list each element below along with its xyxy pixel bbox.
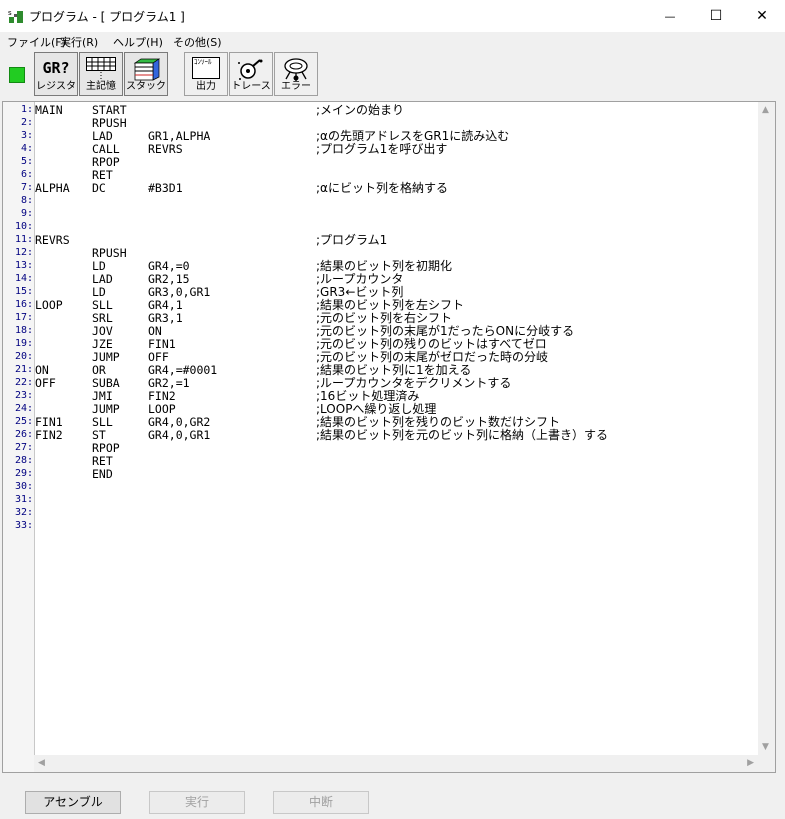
minimize-icon: —: [664, 9, 676, 23]
line-number: 21:: [14, 364, 33, 375]
line-number: 8:: [20, 195, 33, 206]
line-number: 31:: [14, 494, 33, 505]
trace-button[interactable]: トレース: [229, 52, 273, 96]
code-comment: ;プログラム1: [316, 233, 388, 247]
line-number: 6:: [20, 169, 33, 180]
assemble-button[interactable]: アセンブル: [25, 791, 121, 814]
line-number: 30:: [14, 481, 33, 492]
line-number: 10:: [14, 221, 33, 232]
trace-label: トレース: [231, 81, 271, 92]
code-operand: #B3D1: [148, 181, 183, 195]
memory-label: 主記憶: [86, 81, 116, 92]
line-number: 32:: [14, 507, 33, 518]
line-number: 9:: [20, 208, 33, 219]
line-number: 27:: [14, 442, 33, 453]
svg-text:s: s: [8, 9, 12, 17]
code-operand: REVRS: [148, 142, 183, 156]
menu-bar: ファイル(F) 実行(R) ヘルプ(H) その他(S): [0, 32, 785, 50]
scroll-corner: [758, 755, 775, 772]
abort-button[interactable]: 中断: [273, 791, 369, 814]
line-number: 3:: [20, 130, 33, 141]
scroll-down-icon[interactable]: ▼: [762, 742, 769, 752]
maximize-icon: ☐: [709, 8, 723, 24]
line-number: 33:: [14, 520, 33, 531]
register-label: レジスタ: [36, 81, 76, 92]
code-comment: ;αにビット列を格納する: [316, 181, 448, 195]
code-comment: ;メインの始まり: [316, 103, 405, 117]
code-opcode: DC: [92, 181, 106, 195]
output-button[interactable]: ｺﾝｿｰﾙ 出力: [184, 52, 228, 96]
toolbar: GR? レジスタ 主記憶 スタック ｺﾝｿｰﾙ 出力 トレース エラー: [0, 50, 785, 100]
status-indicator: [9, 67, 25, 83]
source-editor[interactable]: 1: 2: 3: 4: 5: 6: 7: 8: 9: 10: 11: 12: 13: 14: 15: 16: 1…: [2, 101, 776, 773]
code-label: FIN2: [35, 428, 63, 442]
line-number: 2:: [20, 117, 33, 128]
line-number: 23:: [14, 390, 33, 401]
code-opcode: END: [92, 467, 113, 481]
error-label: エラー: [281, 81, 311, 92]
maximize-button[interactable]: ☐: [693, 0, 739, 32]
line-number: 29:: [14, 468, 33, 479]
output-label: 出力: [196, 81, 216, 92]
code-operand: GR4,0,GR1: [148, 428, 211, 442]
close-button[interactable]: ✕: [739, 0, 785, 32]
window-title: プログラム - [ プログラム1 ]: [29, 10, 185, 24]
line-number: 15:: [14, 286, 33, 297]
line-number: 16:: [14, 299, 33, 310]
close-icon: ✕: [756, 8, 768, 24]
line-number: 19:: [14, 338, 33, 349]
line-number: 12:: [14, 247, 33, 258]
code-label: ALPHA: [35, 181, 70, 195]
line-number: 24:: [14, 403, 33, 414]
title-bar: s プログラム - [ プログラム1 ] — ☐ ✕: [0, 0, 785, 32]
line-number: 18:: [14, 325, 33, 336]
line-number: 5:: [20, 156, 33, 167]
stack-button[interactable]: スタック: [124, 52, 168, 96]
menu-file[interactable]: ファイル(F): [7, 34, 66, 50]
register-button[interactable]: GR? レジスタ: [34, 52, 78, 96]
menu-run[interactable]: 実行(R): [60, 34, 98, 50]
memory-button[interactable]: 主記憶: [79, 52, 123, 96]
vertical-scrollbar[interactable]: ▲ ▼: [758, 102, 775, 755]
register-icon: GR?: [42, 59, 70, 77]
code-label: MAIN: [35, 103, 63, 117]
code-comment: ;プログラム1を呼び出す: [316, 142, 448, 156]
code-label: REVRS: [35, 233, 70, 247]
line-number: 4:: [20, 143, 33, 154]
console-output-icon: ｺﾝｿｰﾙ: [192, 57, 220, 79]
line-number: 20:: [14, 351, 33, 362]
line-number: 7:: [20, 182, 33, 193]
line-number: 13:: [14, 260, 33, 271]
line-number: 17:: [14, 312, 33, 323]
line-number: 14:: [14, 273, 33, 284]
error-button[interactable]: エラー: [274, 52, 318, 96]
line-number: 11:: [14, 234, 33, 245]
menu-help[interactable]: ヘルプ(H): [113, 34, 163, 50]
line-number: 22:: [14, 377, 33, 388]
code-label: LOOP: [35, 298, 63, 312]
scroll-right-icon[interactable]: ▶: [747, 758, 754, 768]
code-comment: ;結果のビット列を元のビット列に格納（上書き）する: [316, 428, 609, 442]
stack-label: スタック: [126, 81, 166, 92]
line-number: 28:: [14, 455, 33, 466]
code-label: OFF: [35, 376, 56, 390]
line-number: 1:: [20, 104, 33, 115]
line-number: 25:: [14, 416, 33, 427]
scroll-left-icon[interactable]: ◀: [38, 758, 45, 768]
menu-other[interactable]: その他(S): [173, 34, 222, 50]
line-number-gutter: 1: 2: 3: 4: 5: 6: 7: 8: 9: 10: 11: 12: 13: 14: 15: 16: 1…: [3, 102, 35, 772]
app-icon: s: [8, 9, 23, 23]
memory-grid-icon: [86, 57, 116, 79]
console-output-text: ｺﾝｿｰﾙ: [194, 58, 212, 66]
run-button[interactable]: 実行: [149, 791, 245, 814]
line-number: 26:: [14, 429, 33, 440]
horizontal-scrollbar[interactable]: ◀ ▶: [34, 755, 758, 772]
scroll-up-icon[interactable]: ▲: [762, 105, 769, 115]
minimize-button[interactable]: —: [647, 0, 693, 32]
